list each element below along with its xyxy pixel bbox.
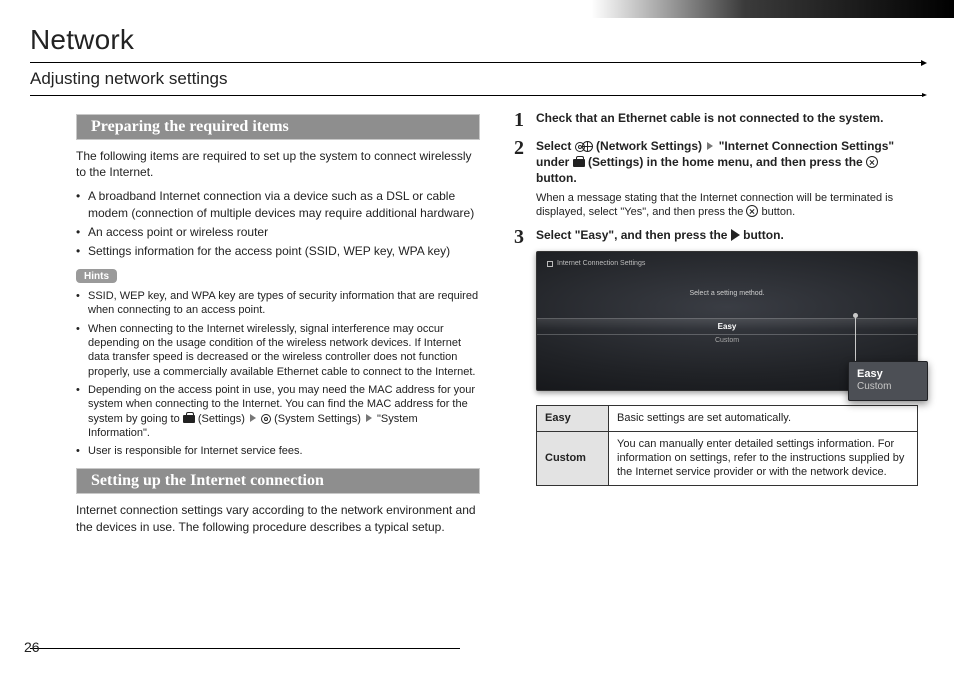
rule-under-chapter xyxy=(30,62,924,63)
heading-preparing-items: Preparing the required items xyxy=(76,114,480,140)
setup-intro: Internet connection settings vary accord… xyxy=(76,502,480,534)
breadcrumb-text: Internet Connection Settings xyxy=(557,260,645,267)
cell-key: Easy xyxy=(537,406,609,431)
text: Select xyxy=(536,139,575,153)
text: button. xyxy=(536,171,577,185)
preparing-list: A broadband Internet connection via a de… xyxy=(76,188,480,259)
step-2-note: When a message stating that the Internet… xyxy=(536,191,918,220)
screenshot-figure: Internet Connection Settings Select a se… xyxy=(536,251,918,391)
gear-icon xyxy=(261,414,271,424)
right-column: 1 Check that an Ethernet cable is not co… xyxy=(514,110,924,543)
option-easy-selected: Easy xyxy=(537,318,917,335)
text: (Settings) in the home menu, and then pr… xyxy=(588,155,866,169)
page-content: Network Adjusting network settings Prepa… xyxy=(30,24,924,655)
text: button. xyxy=(743,228,784,242)
hints-badge: Hints xyxy=(76,269,117,283)
play-button-icon xyxy=(731,229,740,241)
breadcrumb-icon xyxy=(547,261,553,267)
arrow-right-icon xyxy=(366,414,372,422)
method-table: Easy Basic settings are set automaticall… xyxy=(536,405,918,485)
option-custom: Custom xyxy=(537,337,917,344)
screenshot-breadcrumb: Internet Connection Settings xyxy=(547,260,645,267)
step-number: 1 xyxy=(514,110,536,130)
step-1: 1 Check that an Ethernet cable is not co… xyxy=(514,110,918,130)
list-item: Depending on the access point in use, yo… xyxy=(76,383,480,440)
left-column: Preparing the required items The followi… xyxy=(30,110,480,543)
screenshot-prompt: Select a setting method. xyxy=(537,290,917,297)
callout-custom: Custom xyxy=(857,381,919,392)
text: button. xyxy=(762,206,796,218)
step-2: 2 Select (Network Settings) "Internet Co… xyxy=(514,138,918,219)
section-title: Adjusting network settings xyxy=(30,69,924,89)
list-item: SSID, WEP key, and WPA key are types of … xyxy=(76,289,480,318)
list-item: A broadband Internet connection via a de… xyxy=(76,188,480,220)
arrow-right-icon xyxy=(250,414,256,422)
callout-easy: Easy xyxy=(857,368,919,380)
page-number: 26 xyxy=(24,639,40,655)
text: (Network Settings) xyxy=(596,139,705,153)
toolbox-icon xyxy=(573,159,585,167)
preparing-intro: The following items are required to set … xyxy=(76,148,480,180)
hint-3-settings: (Settings) xyxy=(198,413,248,425)
rule-under-section xyxy=(30,95,924,96)
footer-rule xyxy=(30,648,460,649)
text: When a message stating that the Internet… xyxy=(536,192,893,218)
cell-desc: You can manually enter detailed settings… xyxy=(609,431,918,485)
arrow-right-icon xyxy=(707,142,713,150)
list-item: An access point or wireless router xyxy=(76,224,480,240)
cell-desc: Basic settings are set automatically. xyxy=(609,406,918,431)
x-button-icon xyxy=(866,156,878,168)
step-number: 3 xyxy=(514,227,536,485)
screenshot-options: Easy Custom xyxy=(537,318,917,344)
globe-icon xyxy=(582,141,593,152)
step-3: 3 Select "Easy", and then press the butt… xyxy=(514,227,918,485)
chapter-title: Network xyxy=(30,24,924,58)
step-2-title: Select (Network Settings) "Internet Conn… xyxy=(536,138,918,187)
hint-3-system-settings: (System Settings) xyxy=(274,413,364,425)
heading-setup-connection: Setting up the Internet connection xyxy=(76,468,480,494)
cell-key: Custom xyxy=(537,431,609,485)
list-item: When connecting to the Internet wireless… xyxy=(76,322,480,379)
callout-zoom: Easy Custom xyxy=(848,361,928,401)
two-column-layout: Preparing the required items The followi… xyxy=(30,110,924,543)
step-3-title: Select "Easy", and then press the button… xyxy=(536,227,918,243)
toolbox-icon xyxy=(183,415,195,423)
step-1-title: Check that an Ethernet cable is not conn… xyxy=(536,110,918,126)
list-item: User is responsible for Internet service… xyxy=(76,444,480,458)
table-row: Custom You can manually enter detailed s… xyxy=(537,431,918,485)
top-gradient-bar xyxy=(0,0,954,18)
step-number: 2 xyxy=(514,138,536,219)
x-button-icon xyxy=(746,205,758,217)
table-row: Easy Basic settings are set automaticall… xyxy=(537,406,918,431)
hints-list: SSID, WEP key, and WPA key are types of … xyxy=(76,289,480,458)
text: Select "Easy", and then press the xyxy=(536,228,731,242)
list-item: Settings information for the access poin… xyxy=(76,243,480,259)
